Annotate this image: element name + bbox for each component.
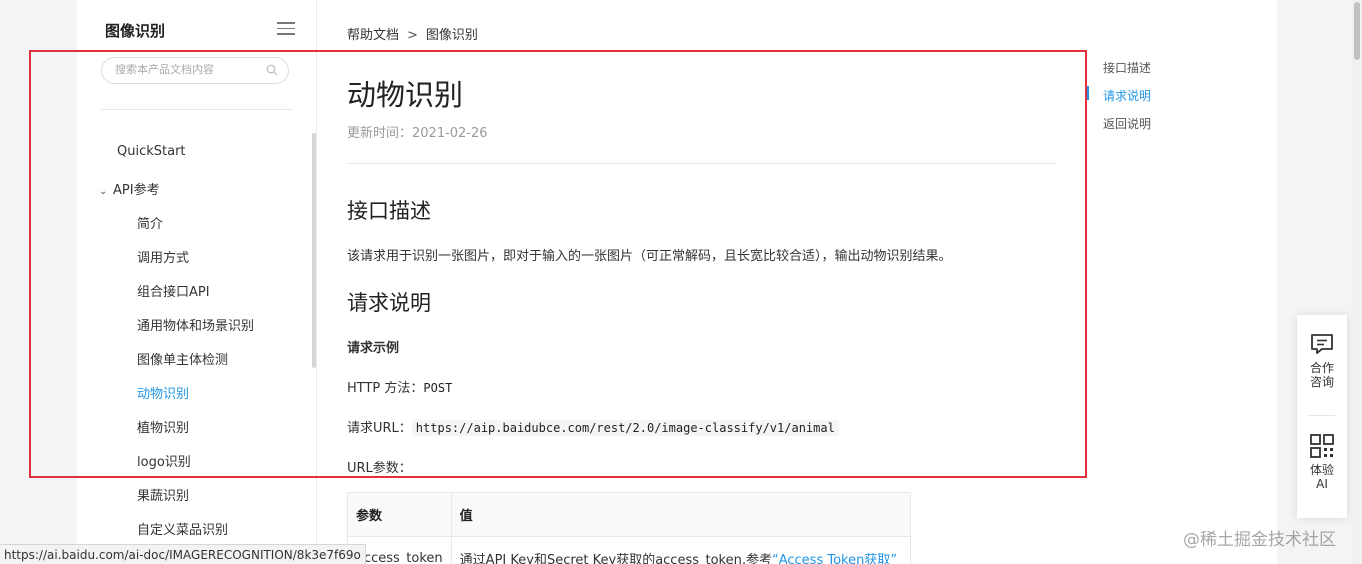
try-ai-label-1: 体验 <box>1309 463 1334 477</box>
table-cell-value-text: 通过API Key和Secret Key获取的access_token,参考 <box>459 553 772 564</box>
toc-item-interface-description[interactable]: 接口描述 <box>1103 59 1151 76</box>
toc-active-indicator <box>1087 86 1089 100</box>
interface-description-text: 该请求用于识别一张图片，即对于输入的一张图片（可正常解码，且长宽比较合适），输出… <box>347 249 952 264</box>
status-bar-url: https://ai.baidu.com/ai-doc/IMAGERECOGNI… <box>0 544 366 564</box>
breadcrumb: 帮助文档 > 图像识别 <box>347 24 478 43</box>
watermark: @稀土掘金技术社区 <box>1183 530 1336 550</box>
sidebar-item-intro[interactable]: 简介 <box>137 213 163 232</box>
sidebar-divider <box>101 109 293 110</box>
window-scrollbar[interactable] <box>1352 0 1362 564</box>
section-interface-description: 接口描述 <box>347 199 431 223</box>
request-url-line: 请求URL： https://aip.baidubce.com/rest/2.0/… <box>347 417 839 436</box>
table-header-param: 参数 <box>347 492 452 537</box>
qr-code-icon <box>1310 434 1334 458</box>
consult-button[interactable]: 合作 咨询 <box>1297 333 1347 389</box>
sidebar-title: 图像识别 <box>105 22 166 40</box>
http-method-line: HTTP 方法：POST <box>347 377 452 396</box>
scrollbar-thumb[interactable] <box>1354 2 1360 60</box>
chat-icon <box>1311 334 1333 354</box>
toc-item-request-description[interactable]: 请求说明 <box>1103 87 1151 104</box>
table-row: access_token 通过API Key和Secret Key获取的acce… <box>347 536 912 564</box>
search-box[interactable] <box>101 57 289 84</box>
table-cell-value: 通过API Key和Secret Key获取的access_token,参考“A… <box>450 536 912 564</box>
sidebar-item-custom-dish[interactable]: 自定义菜品识别 <box>137 519 228 538</box>
sidebar: 图像识别 QuickStart ⌄ API参考 简介 调用方式 组合接口API 通… <box>77 0 317 564</box>
section-request-description: 请求说明 <box>347 291 431 315</box>
chevron-down-icon: ⌄ <box>99 186 108 197</box>
consult-label-2: 咨询 <box>1309 375 1334 389</box>
toc-item-response-description[interactable]: 返回说明 <box>1103 115 1151 132</box>
request-url-label: 请求URL： <box>347 421 412 436</box>
sidebar-item-call-method[interactable]: 调用方式 <box>137 247 189 266</box>
params-table: 参数 值 access_token 通过API Key和Secret Key获取… <box>347 492 912 564</box>
float-panel-divider <box>1309 415 1335 416</box>
search-icon[interactable] <box>266 64 278 76</box>
http-method-label: HTTP 方法： <box>347 381 424 396</box>
floating-panel: 合作 咨询 体验 AI <box>1297 315 1347 518</box>
sidebar-item-logo[interactable]: logo识别 <box>137 451 191 470</box>
table-header-row: 参数 值 <box>347 492 912 537</box>
sidebar-item-api-reference[interactable]: ⌄ API参考 <box>99 179 160 198</box>
updated-time: 更新时间：2021-02-26 <box>347 126 488 141</box>
breadcrumb-link-image-recognition[interactable]: 图像识别 <box>426 28 478 43</box>
sidebar-scrollbar[interactable] <box>312 133 316 368</box>
title-divider <box>347 163 1057 164</box>
request-url-value: https://aip.baidubce.com/rest/2.0/image-… <box>411 420 839 436</box>
table-header-value: 值 <box>450 492 912 537</box>
breadcrumb-link-help[interactable]: 帮助文档 <box>347 28 399 43</box>
try-ai-button[interactable]: 体验 AI <box>1297 433 1347 491</box>
breadcrumb-separator: > <box>407 28 418 43</box>
sidebar-item-label: API参考 <box>113 183 160 198</box>
request-example-label: 请求示例 <box>347 341 400 356</box>
sidebar-item-plant[interactable]: 植物识别 <box>137 417 189 436</box>
sidebar-item-fruit-veg[interactable]: 果蔬识别 <box>137 485 189 504</box>
http-method-value: POST <box>423 381 453 395</box>
access-token-link[interactable]: “Access Token获取” <box>772 553 897 564</box>
page-title: 动物识别 <box>347 78 464 112</box>
sidebar-item-animal[interactable]: 动物识别 <box>137 383 189 402</box>
url-params-label: URL参数： <box>347 461 412 476</box>
try-ai-label-2: AI <box>1316 477 1328 491</box>
search-input[interactable] <box>115 63 265 76</box>
sidebar-item-combined-api[interactable]: 组合接口API <box>137 281 210 300</box>
sidebar-item-quickstart[interactable]: QuickStart <box>117 144 186 159</box>
sidebar-item-main-subject[interactable]: 图像单主体检测 <box>137 349 228 368</box>
menu-icon[interactable] <box>277 22 295 36</box>
sidebar-item-general-object[interactable]: 通用物体和场景识别 <box>137 315 254 334</box>
consult-label-1: 合作 <box>1309 361 1334 375</box>
